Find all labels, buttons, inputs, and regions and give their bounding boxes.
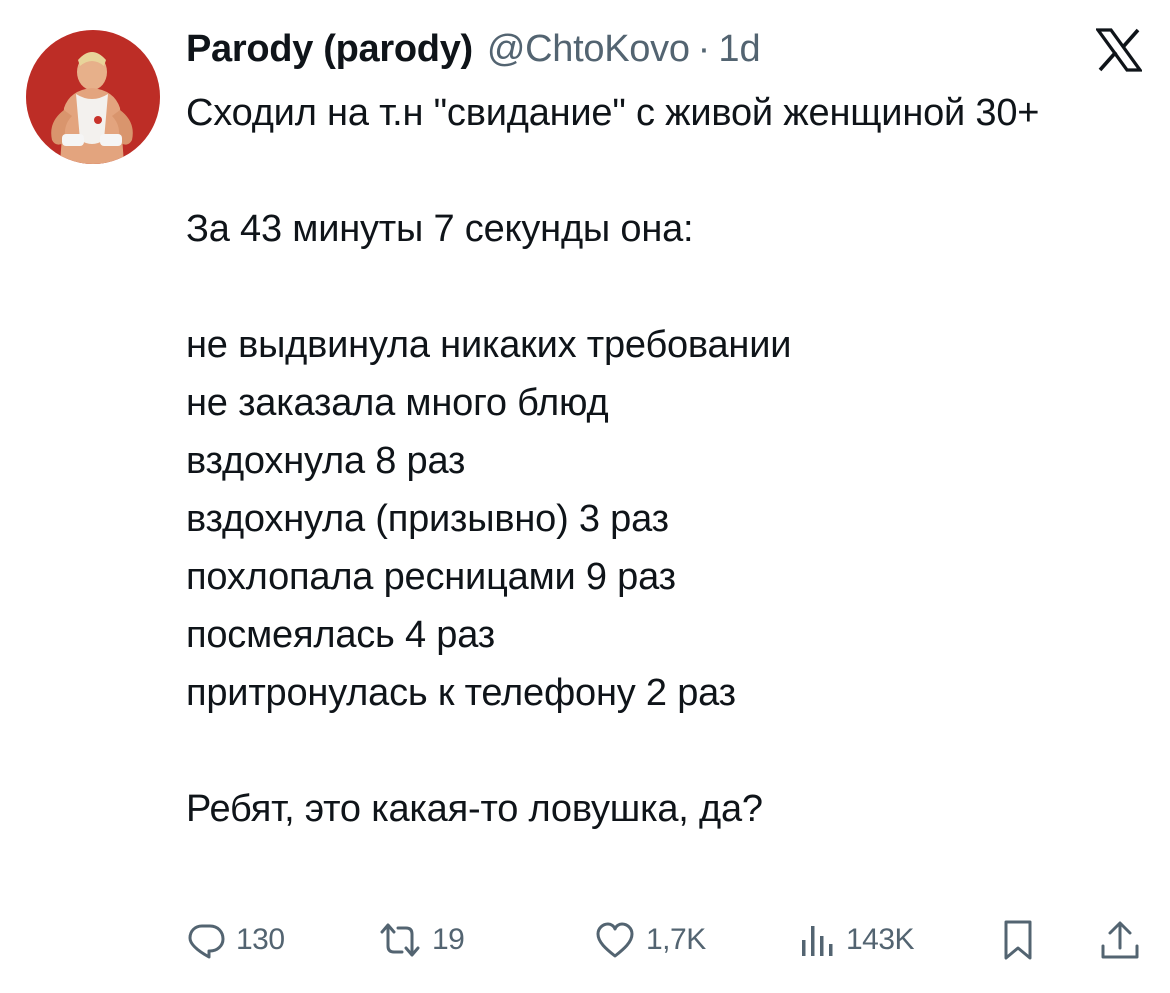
retweet-count: 19 xyxy=(432,923,465,956)
bookmark-icon xyxy=(1004,920,1032,960)
tweet-line: За 43 минуты 7 секунды она: xyxy=(186,208,694,250)
share-icon xyxy=(1101,921,1139,959)
tweet-line: Сходил на т.н "свидание" с живой женщино… xyxy=(186,92,1040,134)
tweet-line: вздохнула 8 раз xyxy=(186,440,466,482)
tweet-timestamp[interactable]: 1d xyxy=(718,28,760,71)
tweet-header: Parody (parody) @ChtoKovo · 1d xyxy=(186,22,761,76)
reply-icon xyxy=(188,924,225,959)
separator-dot: · xyxy=(697,27,711,70)
views-button[interactable]: 143K xyxy=(796,912,915,968)
views-count: 143K xyxy=(846,923,915,956)
tweet-line: вздохнула (призывно) 3 раз xyxy=(186,498,669,540)
tweet-line: посмеялась 4 раз xyxy=(186,614,495,656)
author-display-name[interactable]: Parody (parody) xyxy=(186,28,473,71)
retweet-button[interactable]: 19 xyxy=(378,912,465,968)
tweet-line: не заказала много блюд xyxy=(186,382,609,424)
author-handle[interactable]: @ChtoKovo xyxy=(487,28,690,71)
reply-button[interactable]: 130 xyxy=(186,912,285,968)
avatar-photo xyxy=(26,30,160,164)
like-button[interactable]: 1,7K xyxy=(594,912,706,968)
like-count: 1,7K xyxy=(646,923,706,956)
views-icon xyxy=(802,926,833,956)
bookmark-button[interactable] xyxy=(998,912,1038,968)
retweet-icon xyxy=(380,923,420,957)
tweet-line: похлопала ресницами 9 раз xyxy=(186,556,676,598)
avatar[interactable] xyxy=(26,30,160,164)
tweet-line: притронулась к телефону 2 раз xyxy=(186,672,736,714)
share-button[interactable] xyxy=(1098,912,1142,968)
tweet-action-bar: 130 19 1,7K 143K xyxy=(186,912,1146,968)
reply-count: 130 xyxy=(236,923,285,956)
x-logo-icon xyxy=(1094,28,1144,72)
heart-icon xyxy=(596,922,634,958)
tweet-text: Сходил на т.н "свидание" с живой женщино… xyxy=(186,84,1156,838)
tweet-line: не выдвинула никаких требовании xyxy=(186,324,792,366)
tweet-line: Ребят, это какая-то ловушка, да? xyxy=(186,788,763,830)
